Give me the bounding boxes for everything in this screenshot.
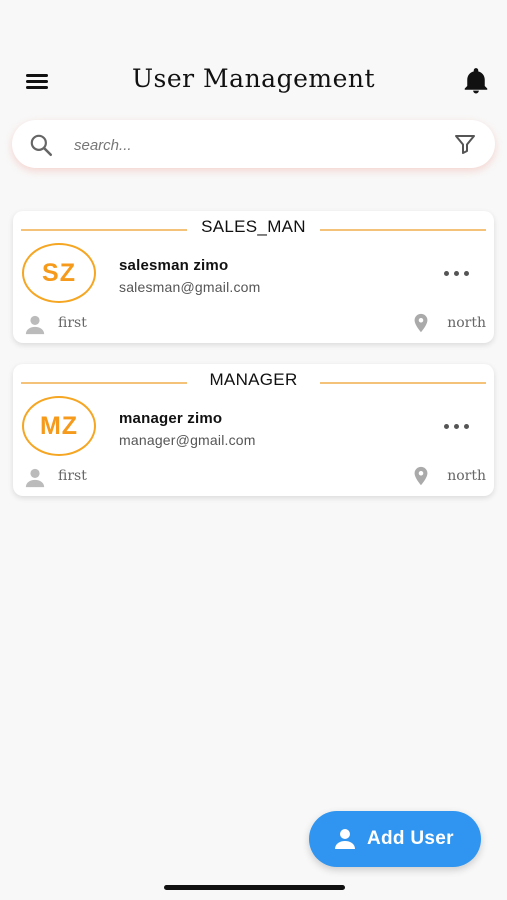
person-icon [25,315,45,335]
role-header: SALES_MAN [21,217,486,241]
user-card[interactable]: MANAGER MZ manager zimo manager@gmail.co… [13,364,494,496]
user-email: manager@gmail.com [119,432,256,448]
filter-icon[interactable] [453,132,477,156]
role-header: MANAGER [21,370,486,394]
person-icon [25,468,45,488]
user-level: first [58,315,87,331]
more-options-button[interactable] [442,418,472,434]
user-level: first [58,468,87,484]
avatar: MZ [22,396,96,456]
avatar: SZ [22,243,96,303]
user-email: salesman@gmail.com [119,279,261,295]
role-label: SALES_MAN [201,217,306,236]
page-title: User Management [131,64,376,93]
search-input[interactable] [72,130,436,160]
app-header: User Management [0,58,507,104]
user-card[interactable]: SALES_MAN SZ salesman zimo salesman@gmai… [13,211,494,343]
user-region: north [447,468,486,484]
bell-icon [464,68,488,94]
user-region: north [447,315,486,331]
person-icon [335,829,355,849]
search-bar [12,120,495,168]
role-label: MANAGER [209,370,298,389]
add-user-label: Add User [367,828,454,849]
user-name: salesman zimo [119,257,229,274]
more-options-button[interactable] [442,265,472,281]
search-icon [30,134,53,157]
home-indicator [164,885,345,890]
notification-button[interactable] [461,66,491,96]
add-user-button[interactable]: Add User [309,811,481,867]
location-pin-icon [414,466,428,486]
user-name: manager zimo [119,410,223,427]
location-pin-icon [414,313,428,333]
